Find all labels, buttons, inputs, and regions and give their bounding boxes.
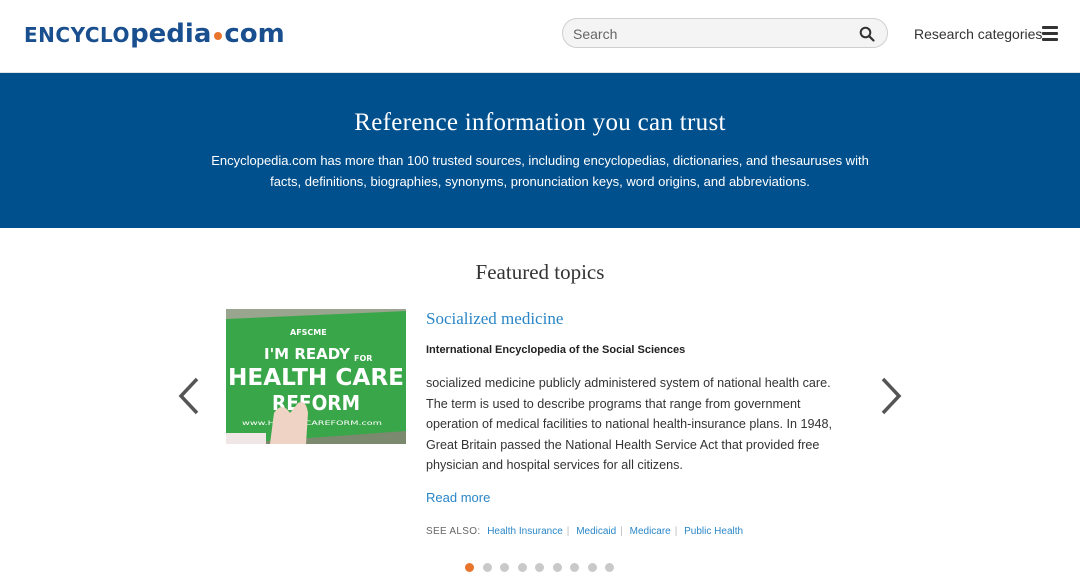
hamburger-menu-icon[interactable]	[1042, 26, 1058, 41]
logo-part-pedia: pedia	[130, 19, 212, 49]
featured-topics-heading: Featured topics	[475, 260, 605, 284]
see-also-health-insurance[interactable]: Health Insurance	[487, 526, 563, 537]
search-box	[562, 18, 888, 49]
sign-line1b: FOR	[354, 354, 372, 363]
chevron-right-icon[interactable]	[878, 376, 904, 416]
carousel-dot[interactable]	[535, 563, 544, 572]
health-care-sign-image: AFSCME I'M READY FOR HEALTH CARE REFORM …	[226, 309, 406, 444]
sign-url: www.HEALTHCAREFORM.com	[242, 420, 382, 427]
sign-org: AFSCME	[290, 328, 327, 337]
topic-source: International Encyclopedia of the Social…	[426, 344, 686, 356]
carousel-dot[interactable]	[517, 563, 527, 572]
see-also-public-health[interactable]: Public Health	[684, 526, 743, 537]
see-also-separator: |	[674, 526, 678, 537]
site-header: ENCYCLOpedia com Research categories	[0, 0, 1080, 73]
search-icon[interactable]	[859, 26, 875, 42]
see-also-medicaid[interactable]: Medicaid	[576, 526, 616, 537]
search-input[interactable]	[571, 19, 855, 49]
logo-part-encyclo: ENCYCLO	[24, 23, 131, 47]
logo-part-com: com	[224, 19, 285, 49]
sign-line2: HEALTH CARE	[228, 365, 404, 391]
hero-banner: Reference information you can trust Ency…	[0, 73, 1080, 228]
banner-title: Reference information you can trust	[354, 109, 726, 136]
carousel-dot[interactable]	[587, 563, 597, 572]
topic-summary: socialized medicine publicly administere…	[426, 376, 833, 472]
see-also-medicare[interactable]: Medicare	[630, 526, 671, 537]
sign-line1: I'M READY	[264, 345, 351, 363]
site-logo[interactable]: ENCYCLOpedia com	[24, 19, 285, 49]
topic-title-link[interactable]: Socialized medicine	[426, 309, 563, 329]
see-also-row: SEE ALSO: Health Insurance | Medicaid | Me…	[426, 526, 743, 537]
logo-dot	[214, 32, 223, 40]
carousel-dot[interactable]	[570, 563, 579, 572]
topic-image[interactable]: AFSCME I'M READY FOR HEALTH CARE REFORM …	[226, 309, 406, 444]
carousel-dot[interactable]	[482, 563, 492, 572]
carousel-dots	[465, 563, 623, 573]
see-also-label: SEE ALSO:	[426, 526, 481, 537]
carousel-dot[interactable]	[500, 563, 509, 572]
banner-description: Encyclopedia.com has more than 100 trust…	[211, 153, 869, 189]
chevron-left-icon[interactable]	[176, 376, 202, 416]
research-categories-link[interactable]: Research categories	[914, 26, 1042, 42]
read-more-link[interactable]: Read more	[426, 490, 490, 505]
carousel-dot[interactable]	[465, 563, 474, 572]
see-also-separator: |	[620, 526, 623, 537]
carousel-dot[interactable]	[552, 563, 562, 572]
see-also-separator: |	[566, 526, 570, 537]
carousel-dot[interactable]	[605, 563, 614, 572]
